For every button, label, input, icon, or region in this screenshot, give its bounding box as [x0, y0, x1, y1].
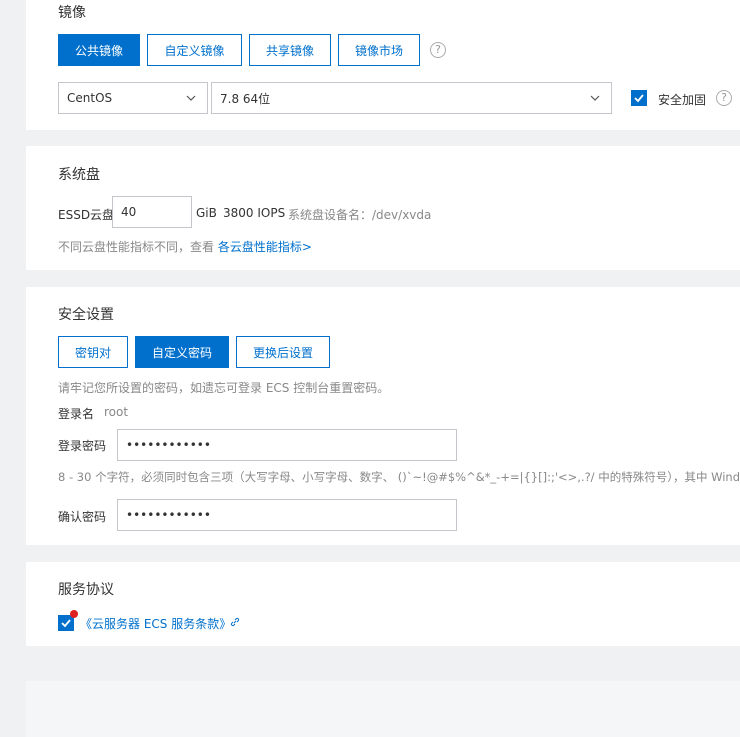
version-select[interactable]: 7.8 64位	[211, 82, 612, 114]
confirm-password-label: 确认密码	[58, 510, 107, 524]
security-hardening-label: 安全加固	[658, 93, 707, 107]
agreement-section-title: 服务协议	[58, 582, 114, 598]
security-section-title: 安全设置	[58, 307, 114, 323]
password-rule: 8 - 30 个字符，必须同时包含三项（大写字母、小写字母、数字、 ()`~!@…	[58, 470, 740, 484]
login-name-value: root	[104, 405, 129, 419]
confirm-password-input[interactable]: ••••••••••••	[117, 499, 457, 531]
tab-key-pair[interactable]: 密钥对	[58, 336, 128, 368]
tab-set-later[interactable]: 更换后设置	[236, 336, 330, 368]
login-name-label: 登录名	[58, 407, 95, 421]
agreement-panel: 服务协议 《云服务器 ECS 服务条款》	[26, 562, 740, 646]
tab-image-market[interactable]: 镜像市场	[338, 34, 420, 66]
disk-section-title: 系统盘	[58, 167, 100, 183]
password-input[interactable]: ••••••••••••	[117, 429, 457, 461]
os-select-value: CentOS	[67, 91, 113, 105]
help-icon[interactable]: ?	[716, 90, 732, 106]
system-disk-panel: 系统盘 ESSD云盘 40 GiB 3800 IOPS 系统盘设备名：/dev/…	[26, 146, 740, 270]
link-icon[interactable]	[229, 616, 241, 628]
agreement-link[interactable]: 《云服务器 ECS 服务条款》	[80, 615, 231, 632]
version-select-value: 7.8 64位	[220, 91, 271, 106]
disk-device-name: 系统盘设备名：/dev/xvda	[288, 208, 432, 222]
disk-type-label: ESSD云盘	[58, 208, 115, 222]
help-icon[interactable]: ?	[430, 42, 446, 58]
password-notice: 请牢记您所设置的密码，如遗忘可登录 ECS 控制台重置密码。	[58, 381, 390, 395]
check-icon	[61, 619, 71, 628]
disk-size-unit: GiB	[196, 206, 217, 220]
security-panel: 安全设置 密钥对 自定义密码 更换后设置 请牢记您所设置的密码，如遗忘可登录 E…	[26, 287, 740, 545]
bottom-panel	[26, 681, 740, 737]
os-select[interactable]: CentOS	[58, 82, 208, 114]
image-panel: 镜像 公共镜像 自定义镜像 共享镜像 镜像市场 ? CentOS 7.8 64位…	[26, 0, 740, 130]
tab-custom-image[interactable]: 自定义镜像	[147, 34, 242, 66]
password-label: 登录密码	[58, 439, 107, 453]
tab-shared-image[interactable]: 共享镜像	[249, 34, 331, 66]
notification-dot	[70, 610, 78, 618]
disk-hint-text: 不同云盘性能指标不同，查看	[58, 240, 215, 254]
tab-public-image[interactable]: 公共镜像	[58, 34, 140, 66]
tab-custom-password[interactable]: 自定义密码	[135, 336, 229, 368]
check-icon	[634, 94, 644, 103]
disk-iops: 3800 IOPS	[223, 206, 286, 220]
image-section-title: 镜像	[58, 5, 86, 21]
disk-hint: 不同云盘性能指标不同，查看 各云盘性能指标>	[58, 238, 312, 255]
disk-performance-link[interactable]: 各云盘性能指标>	[218, 240, 312, 254]
security-hardening-checkbox[interactable]	[631, 90, 647, 106]
chevron-down-icon	[590, 95, 600, 101]
disk-size-input[interactable]: 40	[112, 196, 192, 228]
chevron-down-icon	[186, 95, 196, 101]
